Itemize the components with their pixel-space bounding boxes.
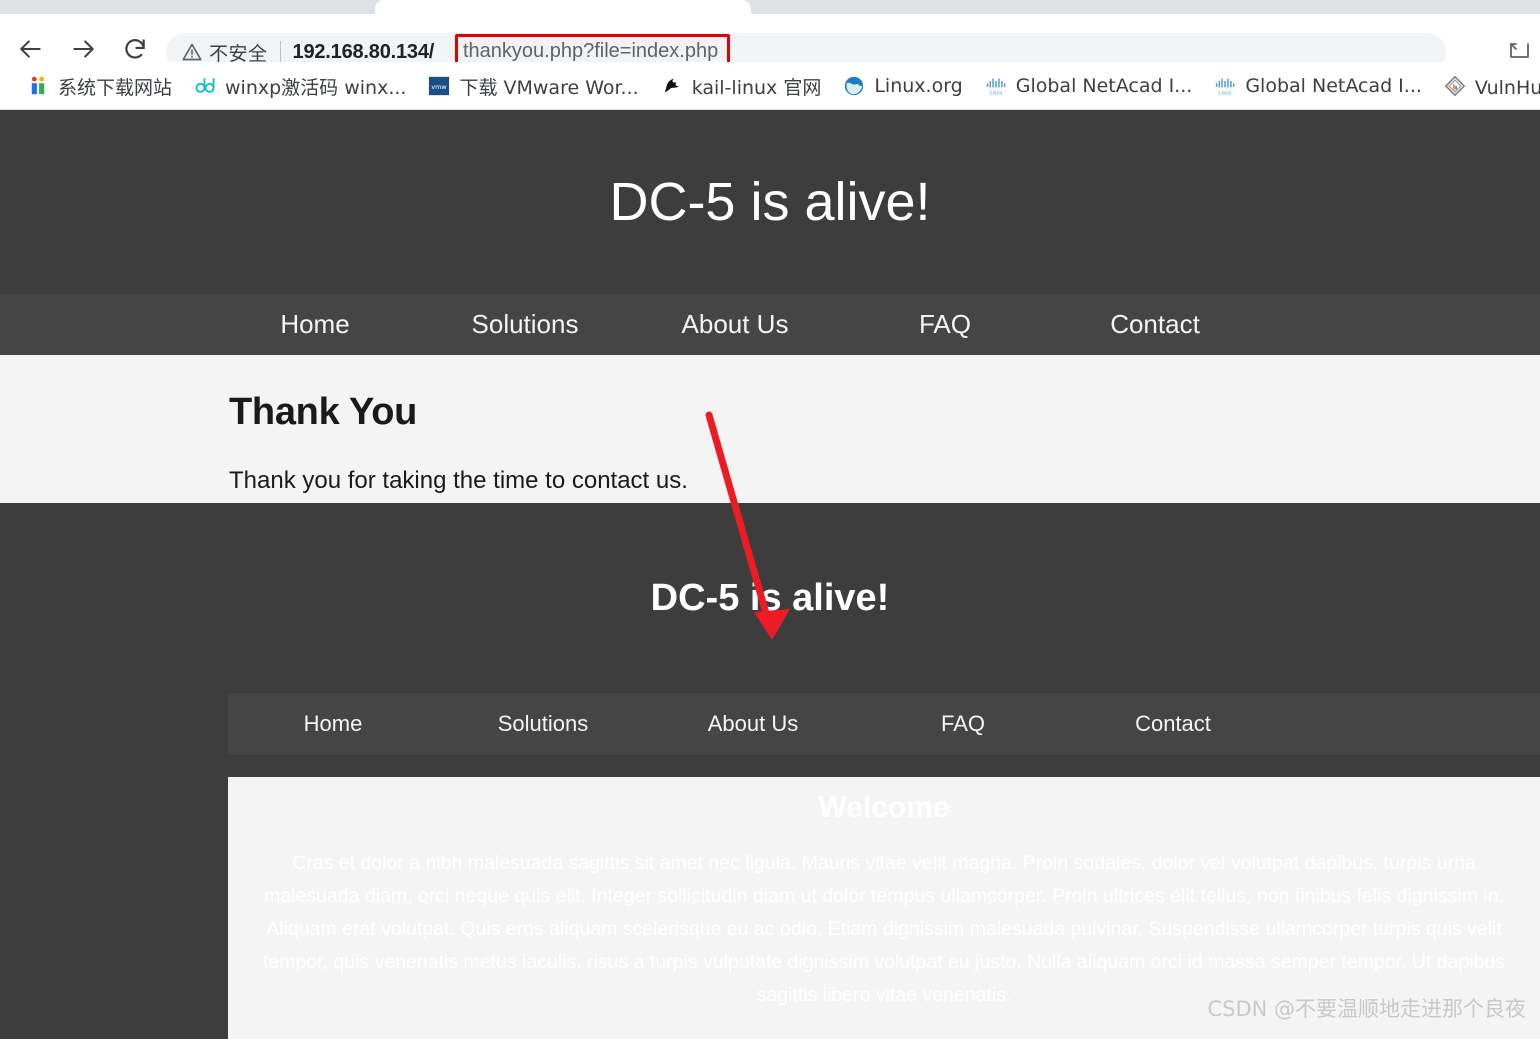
bookmark-label: VulnHub靶场 bbox=[1474, 76, 1540, 99]
not-secure-warning-icon bbox=[182, 42, 202, 62]
vulnhub-logo-icon bbox=[1444, 75, 1466, 97]
bookmark-label: winxp激活码 winx... bbox=[225, 76, 407, 99]
welcome-heading: Welcome bbox=[818, 791, 950, 824]
site-header: DC-5 is alive! bbox=[0, 110, 1540, 294]
included-nav-link-contact[interactable]: Contact bbox=[1068, 711, 1278, 737]
svg-text:cisco: cisco bbox=[1219, 90, 1232, 96]
tab-active[interactable] bbox=[375, 0, 751, 14]
tab-inactive-left[interactable] bbox=[330, 0, 380, 14]
bookmark-item[interactable]: winxp激活码 winx... bbox=[183, 68, 417, 105]
bookmark-label: Linux.org bbox=[874, 75, 963, 97]
thankyou-heading: Thank You bbox=[229, 391, 418, 433]
nav-link-about-us[interactable]: About Us bbox=[630, 309, 840, 340]
bookmark-item[interactable]: 系统下载网站 bbox=[16, 68, 183, 105]
cisco-logo-icon: cisco bbox=[1214, 75, 1236, 97]
reload-icon[interactable] bbox=[122, 36, 148, 62]
included-page-section: DC-5 is alive! Home Solutions About Us F… bbox=[0, 503, 1540, 1039]
back-icon[interactable] bbox=[18, 36, 44, 62]
kali-dragon-icon bbox=[661, 75, 683, 97]
primary-nav: Home Solutions About Us FAQ Contact bbox=[0, 294, 1540, 355]
bookmark-label: Global NetAcad I... bbox=[1015, 75, 1193, 97]
included-nav-link-home[interactable]: Home bbox=[228, 711, 438, 737]
thankyou-section: Thank You Thank you for taking the time … bbox=[0, 355, 1540, 503]
navigation-buttons bbox=[18, 36, 148, 62]
included-nav-gap bbox=[0, 755, 1540, 777]
cisco-logo-icon: cisco bbox=[985, 75, 1007, 97]
included-nav-link-faq[interactable]: FAQ bbox=[858, 711, 1068, 737]
bookmark-label: kail-linux 官网 bbox=[691, 76, 822, 99]
browser-window: 不安全 192.168.80.134 / thankyou.php?file=i… bbox=[0, 0, 1540, 1039]
vmware-logo-icon: vmw bbox=[428, 75, 450, 97]
bookmark-item[interactable]: Linux.org bbox=[832, 70, 973, 102]
welcome-paragraph: Proin dapibus convallis eleifend. Donec … bbox=[238, 1032, 1530, 1039]
bookmark-label: 下载 VMware Wor... bbox=[459, 76, 639, 99]
svg-text:cisco: cisco bbox=[989, 90, 1002, 96]
tab-strip bbox=[0, 0, 1540, 14]
included-primary-nav: Home Solutions About Us FAQ Contact bbox=[228, 693, 1540, 755]
included-nav-link-solutions[interactable]: Solutions bbox=[438, 711, 648, 737]
bookmarks-bar: 系统下载网站 winxp激活码 winx... vmw 下载 VMware Wo… bbox=[0, 62, 1540, 110]
colorful-person-icon bbox=[27, 75, 49, 97]
included-page-title: DC-5 is alive! bbox=[650, 576, 890, 619]
bookmark-label: 系统下载网站 bbox=[58, 76, 173, 99]
web-page-viewport: DC-5 is alive! Home Solutions About Us F… bbox=[0, 110, 1540, 1039]
nav-link-faq[interactable]: FAQ bbox=[840, 309, 1050, 340]
bookmark-item[interactable]: kail-linux 官网 bbox=[650, 68, 833, 105]
svg-text:vmw: vmw bbox=[432, 83, 447, 91]
nav-link-solutions[interactable]: Solutions bbox=[420, 309, 630, 340]
bookmark-item[interactable]: vmw 下载 VMware Wor... bbox=[417, 68, 649, 105]
omnibox-divider bbox=[279, 41, 281, 63]
csdn-watermark: CSDN @不要温顺地走进那个良夜 bbox=[1207, 997, 1526, 1021]
forward-icon[interactable] bbox=[70, 36, 96, 62]
bookmark-item[interactable]: cisco Global NetAcad I... bbox=[974, 70, 1204, 102]
included-site-header: DC-5 is alive! bbox=[0, 503, 1540, 693]
bookmark-label: Global NetAcad I... bbox=[1245, 75, 1422, 97]
dd-logo-icon bbox=[194, 75, 216, 97]
thankyou-paragraph: Thank you for taking the time to contact… bbox=[229, 467, 688, 494]
url-host-text: 192.168.80.134 bbox=[292, 40, 429, 63]
welcome-paragraph: Cras et dolor a nibh malesuada sagittis … bbox=[262, 852, 1506, 1006]
globe-icon bbox=[843, 75, 865, 97]
nav-link-contact[interactable]: Contact bbox=[1050, 309, 1260, 340]
bookmark-item[interactable]: VulnHub靶场 bbox=[1433, 68, 1540, 105]
page-title: DC-5 is alive! bbox=[609, 172, 931, 232]
bookmark-item[interactable]: cisco Global NetAcad I... bbox=[1203, 70, 1433, 102]
url-separator-text: / bbox=[428, 40, 435, 63]
included-nav-link-about-us[interactable]: About Us bbox=[648, 711, 858, 737]
nav-link-home[interactable]: Home bbox=[210, 309, 420, 340]
share-icon[interactable] bbox=[1508, 42, 1534, 64]
browser-toolbar: 不安全 192.168.80.134 / thankyou.php?file=i… bbox=[0, 14, 1540, 71]
